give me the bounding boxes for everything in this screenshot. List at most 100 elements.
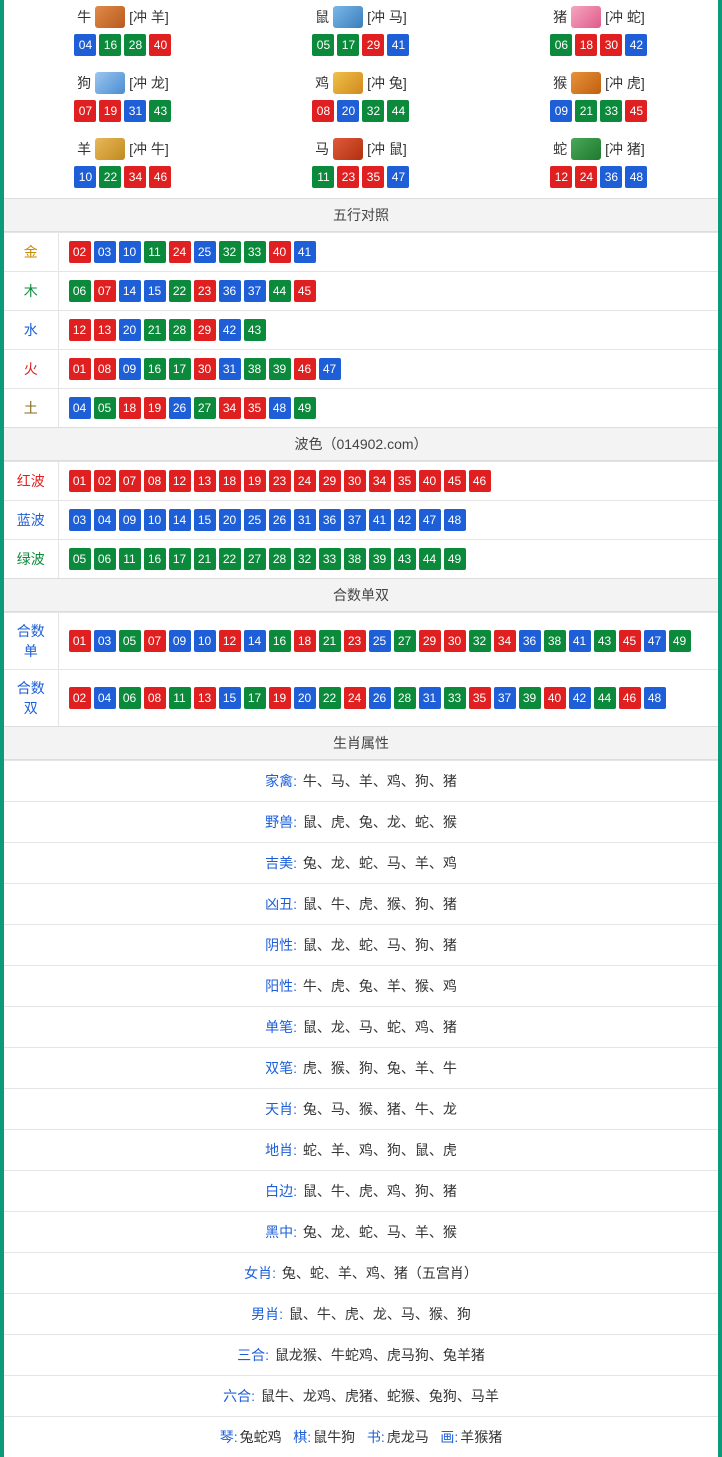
number-chip: 23 (337, 166, 359, 188)
zodiac-name: 鼠 (315, 7, 329, 27)
number-chip: 26 (269, 509, 291, 531)
number-chip: 19 (144, 397, 166, 419)
heshu-table: 合数单0103050709101214161821232527293032343… (4, 612, 718, 726)
number-chip: 37 (344, 509, 366, 531)
table-row: 合数双0204060811131517192022242628313335373… (4, 670, 718, 727)
number-chip: 49 (294, 397, 316, 419)
number-chip: 36 (519, 630, 541, 652)
number-chip: 04 (94, 687, 116, 709)
number-chip: 46 (619, 687, 641, 709)
attr-row: 吉美: 兔、龙、蛇、马、羊、鸡 (4, 842, 718, 883)
zodiac-cell: 马[冲 鼠]11233547 (242, 132, 480, 198)
number-chip: 29 (362, 34, 384, 56)
number-chip: 47 (419, 509, 441, 531)
number-chip: 38 (344, 548, 366, 570)
number-chip: 12 (169, 470, 191, 492)
bose-title: 波色（014902.com） (4, 427, 718, 461)
number-chip: 06 (69, 280, 91, 302)
number-chip: 01 (69, 630, 91, 652)
number-chip: 12 (219, 630, 241, 652)
attr-value: 蛇、羊、鸡、狗、鼠、虎 (303, 1142, 457, 1158)
number-chip: 03 (94, 241, 116, 263)
number-chip: 30 (344, 470, 366, 492)
attr-row: 黑中: 兔、龙、蛇、马、羊、猴 (4, 1211, 718, 1252)
number-chip: 06 (550, 34, 572, 56)
number-chip: 15 (194, 509, 216, 531)
number-chip: 18 (219, 470, 241, 492)
number-chip: 06 (94, 548, 116, 570)
number-chip: 12 (69, 319, 91, 341)
number-chip: 35 (362, 166, 384, 188)
number-chip: 32 (294, 548, 316, 570)
attr-value: 羊猴猪 (460, 1429, 502, 1445)
number-chip: 27 (394, 630, 416, 652)
attr-key: 三合: (237, 1347, 269, 1363)
attr-value: 虎、猴、狗、兔、羊、牛 (303, 1060, 457, 1076)
number-chip: 26 (369, 687, 391, 709)
number-chip: 49 (669, 630, 691, 652)
number-chip: 29 (419, 630, 441, 652)
zodiac-chong: [冲 马] (367, 7, 407, 27)
attr-row: 六合: 鼠牛、龙鸡、虎猪、蛇猴、兔狗、马羊 (4, 1375, 718, 1416)
number-chip: 35 (394, 470, 416, 492)
table-row: 绿波05061116172122272832333839434449 (4, 540, 718, 579)
number-chip: 40 (544, 687, 566, 709)
number-chip: 01 (69, 470, 91, 492)
number-chip: 48 (269, 397, 291, 419)
row-label: 合数双 (4, 670, 58, 727)
attr-key: 阴性: (265, 937, 297, 953)
attr-value: 鼠牛狗 (313, 1429, 355, 1445)
number-chip: 33 (600, 100, 622, 122)
number-chip: 44 (419, 548, 441, 570)
number-chip: 19 (244, 470, 266, 492)
number-chip: 37 (494, 687, 516, 709)
attr-value: 牛、马、羊、鸡、狗、猪 (303, 773, 457, 789)
number-chip: 09 (119, 358, 141, 380)
number-chip: 20 (294, 687, 316, 709)
number-chip: 07 (94, 280, 116, 302)
number-chip: 25 (369, 630, 391, 652)
row-nums: 04051819262734354849 (58, 389, 718, 428)
zodiac-cell: 羊[冲 牛]10223446 (4, 132, 242, 198)
number-chip: 34 (219, 397, 241, 419)
number-chip: 14 (244, 630, 266, 652)
attr-row: 女肖: 兔、蛇、羊、鸡、猪（五宫肖） (4, 1252, 718, 1293)
zodiac-chong: [冲 龙] (129, 73, 169, 93)
table-row: 红波0102070812131819232429303435404546 (4, 462, 718, 501)
number-chip: 07 (119, 470, 141, 492)
number-chip: 34 (369, 470, 391, 492)
number-chip: 43 (149, 100, 171, 122)
number-chip: 36 (219, 280, 241, 302)
attr-row: 白边: 鼠、牛、虎、鸡、狗、猪 (4, 1170, 718, 1211)
table-row: 水1213202128294243 (4, 311, 718, 350)
attr-key: 阳性: (265, 978, 297, 994)
number-chip: 28 (269, 548, 291, 570)
number-chip: 26 (169, 397, 191, 419)
number-chip: 21 (144, 319, 166, 341)
zodiac-name: 牛 (77, 7, 91, 27)
number-chip: 05 (119, 630, 141, 652)
attr-value: 鼠、牛、虎、猴、狗、猪 (303, 896, 457, 912)
number-chip: 23 (269, 470, 291, 492)
number-chip: 04 (69, 397, 91, 419)
number-chip: 22 (319, 687, 341, 709)
attr-key: 六合: (223, 1388, 255, 1404)
number-chip: 11 (169, 687, 191, 709)
number-chip: 21 (319, 630, 341, 652)
number-chip: 39 (519, 687, 541, 709)
attr-row: 地肖: 蛇、羊、鸡、狗、鼠、虎 (4, 1129, 718, 1170)
number-chip: 06 (119, 687, 141, 709)
number-chip: 31 (419, 687, 441, 709)
number-chip: 31 (124, 100, 146, 122)
number-chip: 18 (294, 630, 316, 652)
attr-value: 鼠、龙、蛇、马、狗、猪 (303, 937, 457, 953)
row-nums: 1213202128294243 (58, 311, 718, 350)
attr-key: 女肖: (244, 1265, 276, 1281)
number-chip: 48 (644, 687, 666, 709)
table-row: 火0108091617303138394647 (4, 350, 718, 389)
row-nums: 0204060811131517192022242628313335373940… (58, 670, 718, 727)
attr-key: 白边: (265, 1183, 297, 1199)
number-chip: 19 (99, 100, 121, 122)
attr-key: 天肖: (265, 1101, 297, 1117)
number-chip: 08 (94, 358, 116, 380)
